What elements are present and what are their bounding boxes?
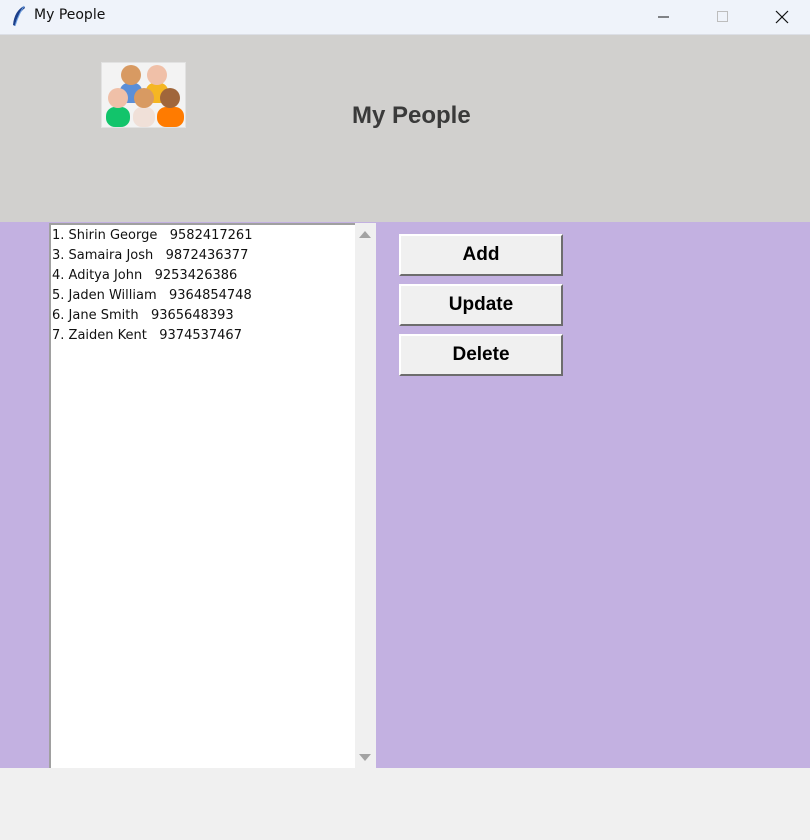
list-item[interactable]: 6. Jane Smith 9365648393: [51, 306, 355, 326]
maximize-icon: [717, 11, 728, 22]
vertical-scrollbar[interactable]: [355, 223, 376, 768]
scroll-down-icon[interactable]: [359, 754, 371, 761]
footer-area: [0, 768, 810, 840]
scroll-up-icon[interactable]: [359, 231, 371, 238]
add-button[interactable]: Add: [399, 234, 563, 276]
delete-button[interactable]: Delete: [399, 334, 563, 376]
title-bar: My People: [0, 0, 810, 35]
page-title: My People: [352, 102, 471, 129]
list-item[interactable]: 4. Aditya John 9253426386: [51, 266, 355, 286]
list-item[interactable]: 3. Samaira Josh 9872436377: [51, 246, 355, 266]
close-button[interactable]: [753, 0, 810, 34]
minimize-icon: [658, 16, 669, 18]
maximize-button[interactable]: [694, 0, 752, 34]
header: My People: [0, 35, 810, 222]
list-item[interactable]: 1. Shirin George 9582417261: [51, 226, 355, 246]
update-button[interactable]: Update: [399, 284, 563, 326]
feather-icon: [13, 5, 25, 27]
list-item[interactable]: 5. Jaden William 9364854748: [51, 286, 355, 306]
close-icon: [775, 10, 789, 24]
main-panel: 1. Shirin George 9582417261 3. Samaira J…: [0, 222, 810, 768]
list-item[interactable]: 7. Zaiden Kent 9374537467: [51, 326, 355, 346]
contacts-listbox[interactable]: 1. Shirin George 9582417261 3. Samaira J…: [49, 223, 355, 768]
group-people-icon: [101, 62, 186, 128]
window-title: My People: [34, 7, 106, 23]
minimize-button[interactable]: [635, 0, 693, 34]
